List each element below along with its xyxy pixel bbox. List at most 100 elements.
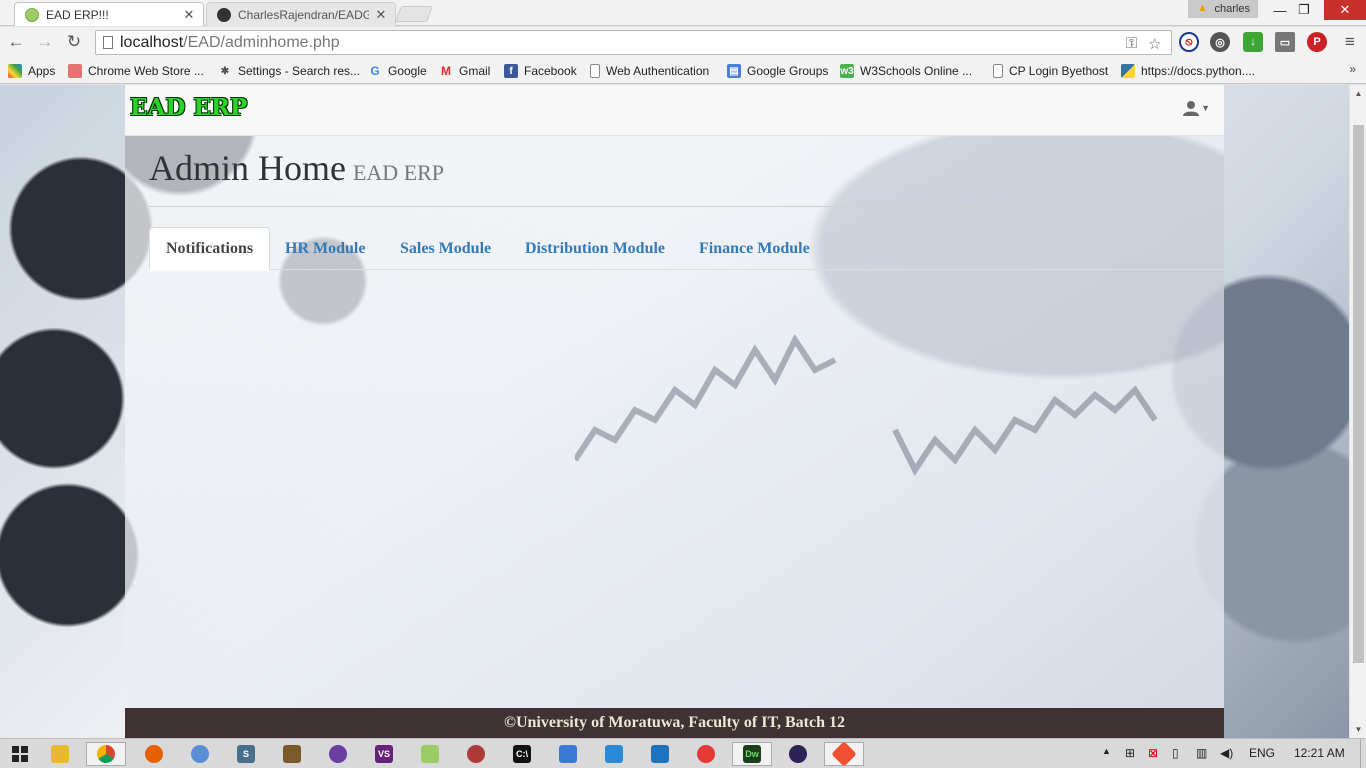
- bookmark-gmail[interactable]: M Gmail: [439, 62, 490, 80]
- download-extension-icon[interactable]: ↓: [1243, 32, 1263, 52]
- bookmark-label: Settings - Search res...: [238, 64, 361, 78]
- taskbar-app-13[interactable]: [594, 742, 634, 766]
- user-icon: [1183, 101, 1200, 116]
- taskbar-app-15[interactable]: [686, 742, 726, 766]
- bookmark-settings[interactable]: ✱ Settings - Search res...: [218, 62, 360, 80]
- scrollbar-thumb[interactable]: [1353, 125, 1364, 663]
- taskbar-dreamweaver[interactable]: Dw: [732, 742, 772, 766]
- taskbar-app-4[interactable]: [180, 742, 220, 766]
- taskbar-git[interactable]: [824, 741, 864, 767]
- tab-finance-module[interactable]: Finance Module: [683, 227, 826, 270]
- bookmark-label: Gmail: [459, 64, 491, 78]
- taskbar-cmd[interactable]: C:\: [502, 742, 542, 766]
- taskbar-firefox[interactable]: [134, 742, 174, 766]
- taskbar-chrome[interactable]: [86, 742, 126, 766]
- bookmark-python-docs[interactable]: https://docs.python....: [1121, 62, 1255, 80]
- windows-logo-icon: [12, 746, 28, 762]
- page-scrollbar[interactable]: ▲ ▼: [1349, 85, 1366, 738]
- menu-icon[interactable]: ≡: [1339, 31, 1361, 53]
- network-error-icon[interactable]: ⊠: [1148, 746, 1158, 760]
- key-icon[interactable]: ⚿: [1126, 35, 1137, 52]
- webstore-icon: [68, 64, 82, 78]
- taskbar-file-explorer[interactable]: [40, 742, 80, 766]
- wifi-icon[interactable]: ▥: [1196, 746, 1207, 760]
- bookmark-google[interactable]: G Google: [368, 62, 427, 80]
- content-container: EAD ERP ▼ Admin Home EAD ERP Notificatio…: [125, 85, 1224, 738]
- action-center-icon[interactable]: ⊞: [1125, 746, 1135, 760]
- tab-distribution-module[interactable]: Distribution Module: [509, 227, 681, 270]
- taskbar-visual-studio[interactable]: VS: [364, 742, 404, 766]
- page-header: Admin Home EAD ERP: [149, 147, 1224, 207]
- bookmark-w3schools[interactable]: w3 W3Schools Online ...: [840, 62, 972, 80]
- page-icon: [590, 64, 600, 78]
- url-path: /EAD/adminhome.php: [183, 33, 340, 51]
- battery-icon[interactable]: ▯: [1172, 746, 1179, 760]
- reload-button[interactable]: ↻: [63, 31, 85, 53]
- s-app-icon: S: [237, 745, 255, 763]
- user-menu-dropdown[interactable]: ▼: [1183, 100, 1210, 116]
- close-tab-icon[interactable]: ✕: [183, 7, 195, 23]
- language-indicator[interactable]: ENG: [1249, 746, 1275, 760]
- bookmark-google-groups[interactable]: ▤ Google Groups: [727, 62, 828, 80]
- apps-grid-icon: [8, 64, 22, 78]
- extension-gear-icon[interactable]: ◎: [1210, 32, 1230, 52]
- show-desktop-button[interactable]: [1360, 739, 1366, 768]
- taskbar-app-12[interactable]: [548, 742, 588, 766]
- bookmark-label: W3Schools Online ...: [860, 64, 973, 78]
- profile-badge[interactable]: ▲ charles: [1188, 0, 1258, 18]
- close-tab-icon[interactable]: ✕: [375, 7, 387, 23]
- chat-app-icon: [421, 745, 439, 763]
- address-bar[interactable]: localhost/EAD/adminhome.php ⚿ ☆: [95, 30, 1172, 55]
- brand-logo[interactable]: EAD ERP: [130, 94, 247, 121]
- block-extension-icon[interactable]: ⦸: [1179, 32, 1199, 52]
- board-app-icon: [651, 745, 669, 763]
- taskbar-app-7[interactable]: [318, 742, 358, 766]
- facebook-icon: f: [504, 64, 518, 78]
- scroll-down-arrow[interactable]: ▼: [1350, 721, 1366, 738]
- start-button[interactable]: [0, 742, 40, 766]
- bookmark-star-icon[interactable]: ☆: [1148, 35, 1161, 53]
- record-app-icon: [467, 745, 485, 763]
- close-window-button[interactable]: ✕: [1324, 0, 1366, 20]
- remote-desktop-icon: [559, 745, 577, 763]
- git-icon: [831, 741, 857, 767]
- tab-notifications[interactable]: Notifications: [149, 227, 271, 271]
- taskbar-app-5[interactable]: S: [226, 742, 266, 766]
- new-tab-button[interactable]: [395, 6, 433, 22]
- page-viewport: EAD ERP ▼ Admin Home EAD ERP Notificatio…: [0, 85, 1349, 738]
- bookmark-cp-login[interactable]: CP Login Byethost: [993, 62, 1108, 80]
- pinterest-icon[interactable]: P: [1307, 32, 1327, 52]
- back-button[interactable]: ←: [5, 31, 27, 53]
- bookmark-chrome-web-store[interactable]: Chrome Web Store ...: [68, 62, 204, 80]
- more-bookmarks-button[interactable]: »: [1349, 62, 1356, 76]
- taskbar-app-9[interactable]: [410, 742, 450, 766]
- clock[interactable]: 12:21 AM: [1294, 746, 1345, 760]
- taskbar-eclipse[interactable]: [778, 742, 818, 766]
- tab-sales-module[interactable]: Sales Module: [384, 227, 507, 270]
- taskbar-app-6[interactable]: [272, 742, 312, 766]
- taskbar-app-14[interactable]: [640, 742, 680, 766]
- forward-button[interactable]: →: [34, 31, 56, 53]
- bookmark-label: CP Login Byethost: [1009, 64, 1109, 78]
- tray-expand-icon[interactable]: ▲: [1102, 746, 1111, 756]
- bookmark-apps[interactable]: Apps: [8, 62, 55, 80]
- browser-tab-github[interactable]: CharlesRajendran/EADGro ✕: [206, 2, 396, 26]
- bookmark-label: Facebook: [524, 64, 577, 78]
- volume-icon[interactable]: ◀): [1220, 746, 1233, 760]
- owl-app-icon: [697, 745, 715, 763]
- browser-tab-ead-erp[interactable]: EAD ERP!!! ✕: [14, 2, 204, 26]
- taskbar-app-10[interactable]: [456, 742, 496, 766]
- scroll-up-arrow[interactable]: ▲: [1350, 85, 1366, 102]
- bookmark-facebook[interactable]: f Facebook: [504, 62, 577, 80]
- google-icon: G: [370, 64, 380, 78]
- tab-hr-module[interactable]: HR Module: [269, 227, 381, 270]
- bookmark-web-authentication[interactable]: Web Authentication: [590, 62, 709, 80]
- page-favicon: [25, 7, 39, 22]
- github-icon: [217, 7, 231, 22]
- bookmarks-bar: Apps Chrome Web Store ... ✱ Settings - S…: [0, 58, 1366, 84]
- cast-icon[interactable]: ▭: [1275, 32, 1295, 52]
- restore-button[interactable]: ❐: [1290, 0, 1318, 20]
- bookmark-label: Google: [388, 64, 427, 78]
- profile-name: charles: [1214, 3, 1250, 15]
- media-icon: [329, 745, 347, 763]
